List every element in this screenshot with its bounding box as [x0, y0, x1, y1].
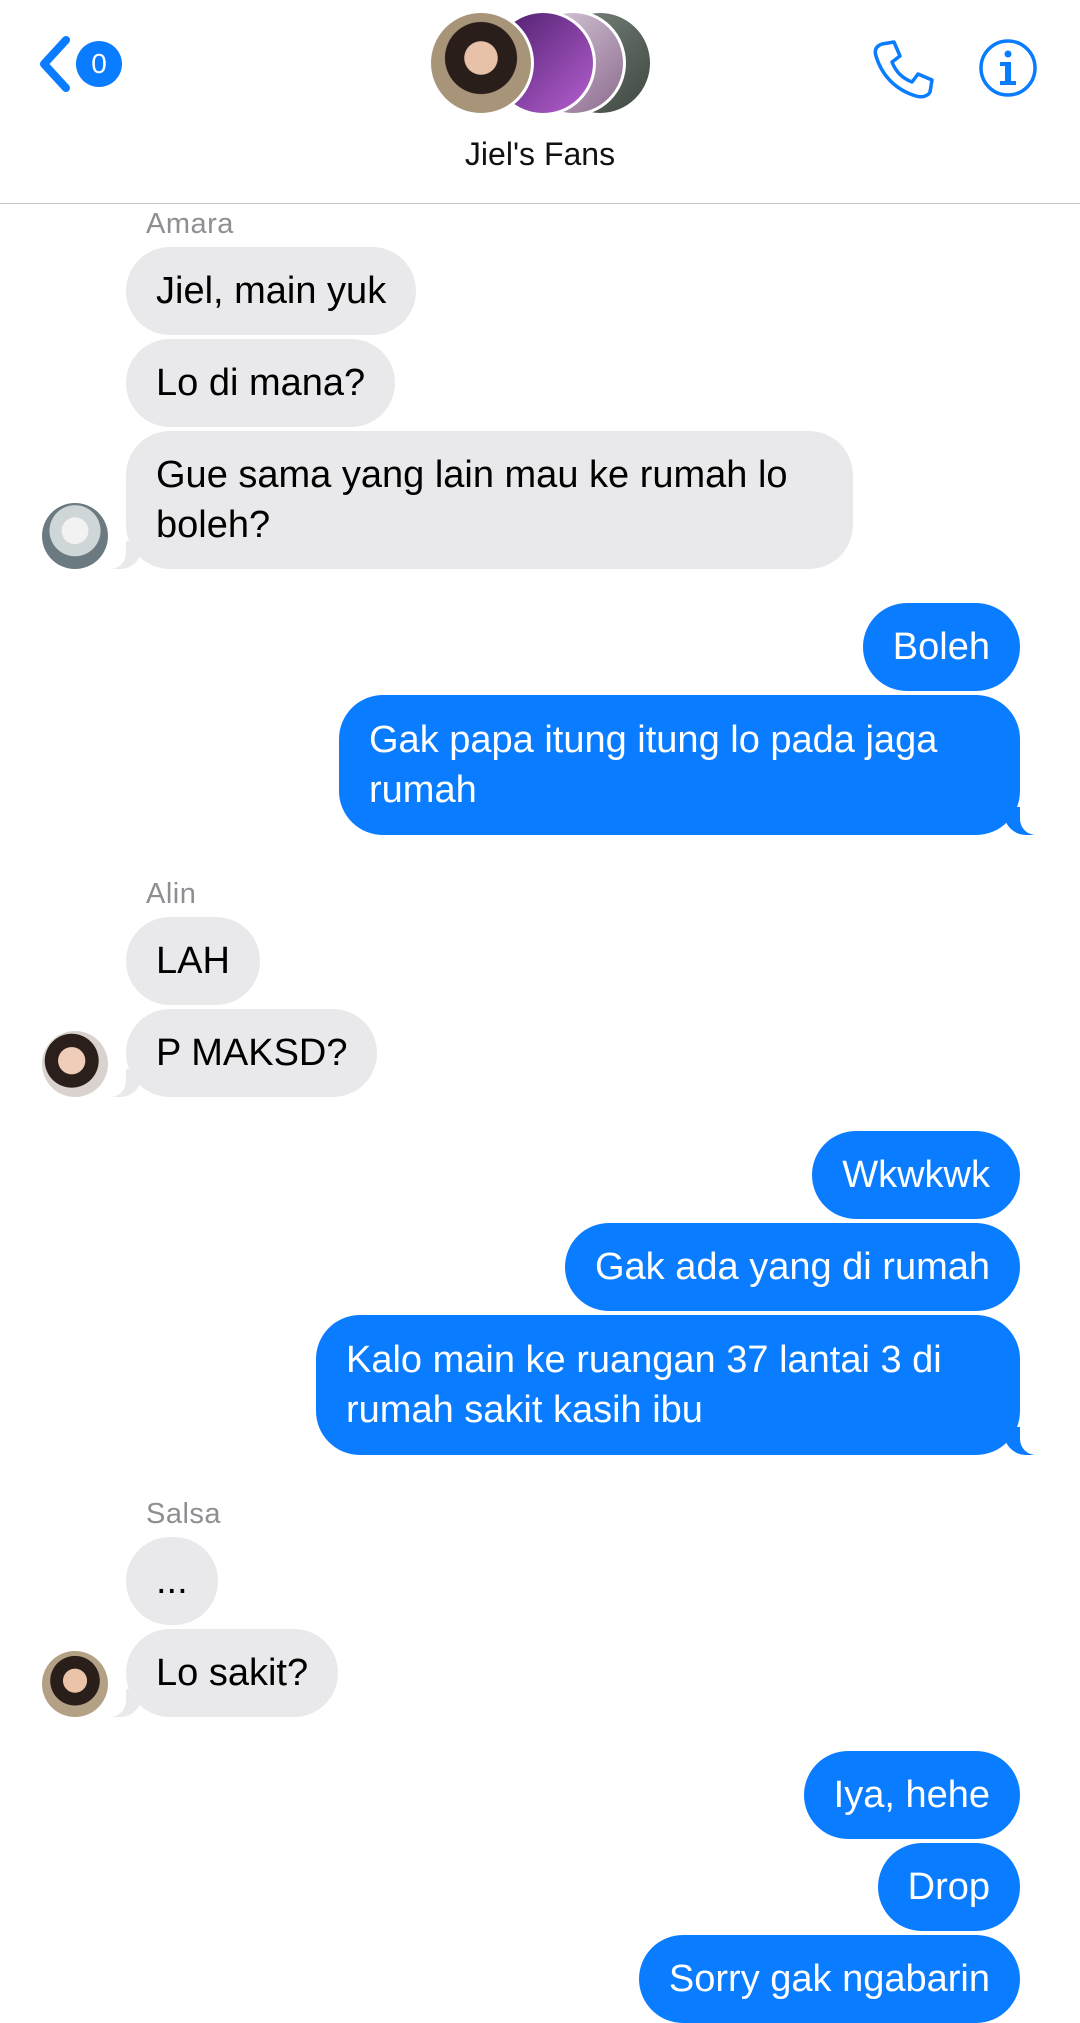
message-text: Drop — [907, 1866, 990, 1908]
message-text: Sorry gak ngabarin — [668, 1958, 990, 2000]
message-bubble-incoming[interactable]: Lo di mana? — [126, 339, 396, 427]
message-text: Jiel, main yuk — [156, 270, 387, 312]
sender-avatar[interactable] — [42, 1031, 108, 1097]
message-text: ... — [156, 1560, 188, 1602]
message-bubble-incoming[interactable]: Lo sakit? — [97, 1629, 339, 1717]
message-text: Gak ada yang di rumah — [594, 1246, 990, 1288]
group-member-avatar — [428, 10, 534, 116]
message-bubble-outgoing[interactable]: Gak ada yang di rumah — [564, 1223, 1020, 1311]
sender-name: Alin — [146, 878, 197, 910]
message-bubble-incoming[interactable]: ... — [126, 1537, 218, 1625]
message-bubble-incoming[interactable]: Gue sama yang lain mau ke rumah lo boleh… — [98, 431, 853, 569]
message-bubble-incoming[interactable]: Jiel, main yuk — [126, 247, 417, 335]
message-bubble-outgoing[interactable]: Sorry gak ngabarin — [638, 1935, 1020, 2023]
sender-avatar[interactable] — [42, 1651, 108, 1717]
message-text: Iya, hehe — [833, 1774, 990, 1816]
unread-count-badge: 0 — [76, 41, 122, 87]
message-text: Lo sakit? — [156, 1652, 309, 1694]
message-bubble-outgoing[interactable]: Wkwkwk — [812, 1131, 1020, 1219]
message-bubble-incoming[interactable]: P MAKSD? — [97, 1009, 378, 1097]
message-text: Kalo main ke ruangan 37 lantai 3 di ruma… — [346, 1339, 942, 1431]
sender-name: Salsa — [146, 1498, 222, 1530]
message-bubble-outgoing[interactable]: Iya, hehe — [803, 1751, 1020, 1839]
back-button[interactable]: 0 — [36, 32, 126, 96]
message-text: P MAKSD? — [156, 1032, 348, 1074]
message-text: LAH — [156, 940, 230, 982]
message-text: Boleh — [892, 626, 990, 668]
sender-avatar[interactable] — [42, 503, 108, 569]
info-button[interactable] — [976, 36, 1040, 100]
back-chevron-icon — [40, 36, 70, 92]
message-text: Wkwkwk — [842, 1154, 990, 1196]
phone-icon — [873, 40, 934, 99]
message-bubble-outgoing[interactable]: Boleh — [862, 603, 1020, 691]
message-text: Lo di mana? — [156, 362, 366, 404]
message-text: Gue sama yang lain mau ke rumah lo boleh… — [156, 454, 788, 546]
group-name[interactable]: Jiel's Fans — [0, 136, 1080, 173]
info-icon — [979, 39, 1037, 97]
sender-name: Amara — [146, 208, 234, 240]
message-text: Gak papa itung itung lo pada jaga rumah — [369, 719, 938, 811]
group-avatar-stack[interactable] — [428, 10, 653, 116]
call-button[interactable] — [872, 36, 936, 100]
message-bubble-outgoing[interactable]: Gak papa itung itung lo pada jaga rumah — [339, 695, 1048, 835]
message-bubble-incoming[interactable]: LAH — [126, 917, 260, 1005]
message-bubble-outgoing[interactable]: Drop — [877, 1843, 1020, 1931]
chat-header: 0 Jiel's Fans — [0, 0, 1080, 204]
message-bubble-outgoing[interactable]: Kalo main ke ruangan 37 lantai 3 di ruma… — [316, 1315, 1048, 1455]
